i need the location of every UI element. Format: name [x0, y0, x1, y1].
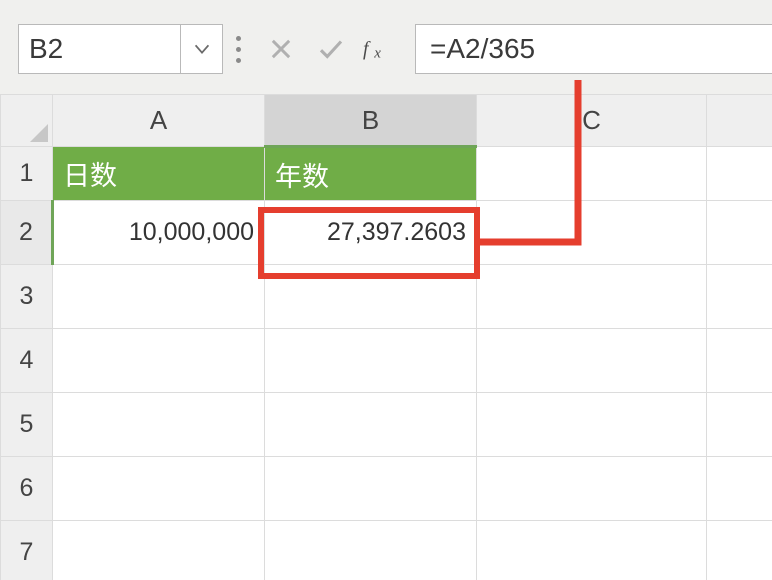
select-all-triangle-icon [30, 124, 48, 142]
col-header-b[interactable]: B [265, 95, 477, 147]
name-box-dropdown[interactable] [180, 25, 222, 73]
select-all-corner[interactable] [1, 95, 53, 147]
insert-function-button[interactable]: f x [363, 31, 399, 67]
cell-pad-5 [707, 393, 772, 457]
col-header-pad [707, 95, 772, 147]
svg-text:x: x [373, 45, 381, 61]
cell-A2[interactable]: 10,000,000 [53, 201, 265, 265]
cell-B7[interactable] [265, 521, 477, 580]
formula-text: =A2/365 [430, 33, 535, 65]
cell-C1[interactable] [477, 147, 707, 201]
cell-pad-2 [707, 201, 772, 265]
column-headers-row: A B C [1, 95, 772, 147]
cell-C3[interactable] [477, 265, 707, 329]
cell-B1[interactable]: 年数 [265, 147, 477, 201]
cell-pad-3 [707, 265, 772, 329]
row-7: 7 [1, 521, 772, 580]
col-header-a[interactable]: A [53, 95, 265, 147]
row-2: 2 10,000,000 27,397.2603 [1, 201, 772, 265]
cell-A3[interactable] [53, 265, 265, 329]
cell-B2[interactable]: 27,397.2603 [265, 201, 477, 265]
row-6: 6 [1, 457, 772, 521]
formula-input[interactable]: =A2/365 [415, 24, 772, 74]
cell-pad-7 [707, 521, 772, 580]
cell-C2[interactable] [477, 201, 707, 265]
row-4: 4 [1, 329, 772, 393]
cell-A5[interactable] [53, 393, 265, 457]
cell-B4[interactable] [265, 329, 477, 393]
grid[interactable]: A B C 1 日数 年数 2 10,000,000 27,397.2603 3 [0, 94, 772, 580]
cell-pad-6 [707, 457, 772, 521]
cell-C7[interactable] [477, 521, 707, 580]
formula-bar: B2 f x =A2/365 [0, 0, 772, 94]
row-1: 1 日数 年数 [1, 147, 772, 201]
cell-A6[interactable] [53, 457, 265, 521]
svg-text:f: f [363, 39, 371, 60]
name-box-input[interactable]: B2 [19, 33, 180, 65]
cell-B6[interactable] [265, 457, 477, 521]
row-header-6[interactable]: 6 [1, 457, 53, 521]
cell-C6[interactable] [477, 457, 707, 521]
row-3: 3 [1, 265, 772, 329]
cell-pad-1 [707, 147, 772, 201]
fx-icon: f x [363, 34, 399, 64]
row-header-2[interactable]: 2 [1, 201, 53, 265]
row-header-4[interactable]: 4 [1, 329, 53, 393]
check-icon [316, 34, 346, 64]
row-header-5[interactable]: 5 [1, 393, 53, 457]
cell-A1[interactable]: 日数 [53, 147, 265, 201]
spreadsheet: A B C 1 日数 年数 2 10,000,000 27,397.2603 3 [0, 94, 772, 580]
chevron-down-icon [191, 38, 213, 60]
cell-A7[interactable] [53, 521, 265, 580]
name-box[interactable]: B2 [18, 24, 223, 74]
cell-B3[interactable] [265, 265, 477, 329]
formula-bar-buttons: f x [253, 24, 409, 74]
row-5: 5 [1, 393, 772, 457]
cell-A4[interactable] [53, 329, 265, 393]
row-header-3[interactable]: 3 [1, 265, 53, 329]
row-header-7[interactable]: 7 [1, 521, 53, 580]
row-header-1[interactable]: 1 [1, 147, 53, 201]
enter-button[interactable] [313, 31, 349, 67]
cell-C4[interactable] [477, 329, 707, 393]
cancel-button[interactable] [263, 31, 299, 67]
cell-B5[interactable] [265, 393, 477, 457]
x-icon [267, 35, 295, 63]
cell-C5[interactable] [477, 393, 707, 457]
cell-pad-4 [707, 329, 772, 393]
col-header-c[interactable]: C [477, 95, 707, 147]
separator-dots [223, 24, 253, 74]
